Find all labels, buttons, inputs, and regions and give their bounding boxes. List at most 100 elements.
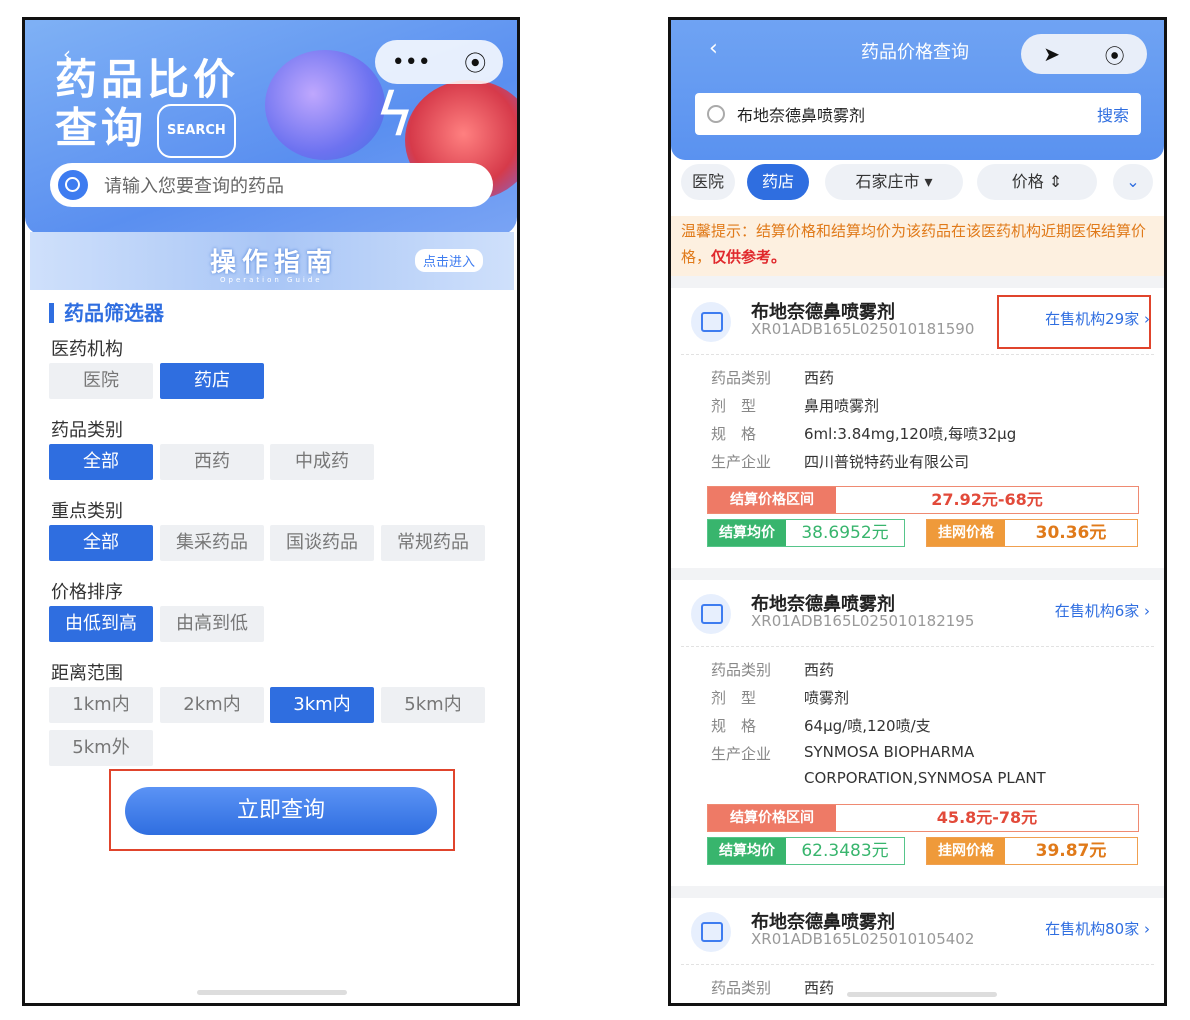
chip-regular[interactable]: 常规药品 xyxy=(381,525,485,561)
drug-icon xyxy=(691,912,731,952)
home-indicator xyxy=(847,992,997,997)
drug-code: XR01ADB165L025010105402 xyxy=(751,930,975,948)
results-header: ‹ 药品价格查询 ➤ ⦿ 布地奈德鼻喷雾剂 搜索 xyxy=(671,20,1164,160)
chip-category-all[interactable]: 全部 xyxy=(49,444,153,480)
drug-icon xyxy=(691,302,731,342)
mini-program-capsule: ••• ⦿ xyxy=(375,40,503,84)
listed-price-value: 30.36元 xyxy=(1035,523,1107,543)
chip-hospital[interactable]: 医院 xyxy=(49,363,153,399)
drug-card[interactable]: 布地奈德鼻喷雾剂 XR01ADB165L025010181590 在售机构29家… xyxy=(671,288,1164,568)
category-label: 药品类别 xyxy=(711,369,772,387)
query-button[interactable]: 立即查询 xyxy=(125,787,437,835)
listed-price-label: 挂网价格 xyxy=(927,838,1005,864)
search-button[interactable]: 搜索 xyxy=(1097,102,1129,126)
search-placeholder: 请输入您要查询的药品 xyxy=(104,176,284,197)
institution-label: 医药机构 xyxy=(51,339,123,360)
maker-value: SYNMOSA BIOPHARMA xyxy=(804,743,975,761)
distance-label: 距离范围 xyxy=(51,663,123,684)
chip-low-to-high[interactable]: 由低到高 xyxy=(49,606,153,642)
price-range-value: 27.92元-68元 xyxy=(931,490,1043,509)
filter-price[interactable]: 价格 ⇕ xyxy=(977,164,1097,200)
outlets-link[interactable]: 在售机构6家 › xyxy=(1055,600,1150,621)
outlets-link[interactable]: 在售机构80家 › xyxy=(1045,918,1150,939)
sort-label: 价格排序 xyxy=(51,582,123,603)
average-price: 结算均价 62.3483元 xyxy=(707,837,905,865)
mini-program-capsule: ➤ ⦿ xyxy=(1021,34,1147,74)
search-icon xyxy=(58,170,88,200)
listed-price: 挂网价格 30.36元 xyxy=(926,519,1138,547)
filter-screen: ‹ ϟ 药品比价 查询 SEARCH ••• ⦿ 请输入您要查询的药品 操作指南 … xyxy=(22,17,520,1006)
maker-value: 四川普锐特药业有限公司 xyxy=(804,453,970,471)
spec-label: 规 格 xyxy=(711,425,757,443)
close-mini-program-icon[interactable]: ⦿ xyxy=(1105,40,1125,69)
chip-2km[interactable]: 2km内 xyxy=(160,687,264,723)
category-value: 西药 xyxy=(804,369,835,387)
price-range: 结算价格区间 27.92元-68元 xyxy=(707,486,1139,514)
page-title: 药品比价 查询 SEARCH xyxy=(55,56,239,158)
category-label: 药品类别 xyxy=(711,979,772,997)
price-range: 结算价格区间 45.8元-78元 xyxy=(707,804,1139,832)
page-title-line2-text: 查询 xyxy=(55,103,148,153)
chip-pharmacy[interactable]: 药店 xyxy=(160,363,264,399)
search-icon xyxy=(707,105,725,123)
spec-label: 规 格 xyxy=(711,717,757,735)
spec-value: 64μg/喷,120喷/支 xyxy=(804,717,931,735)
card-divider xyxy=(681,646,1154,647)
results-screen: ‹ 药品价格查询 ➤ ⦿ 布地奈德鼻喷雾剂 搜索 医院 药店 石家庄市 ▾ 价格… xyxy=(668,17,1167,1006)
tip-emphasis: 仅供参考。 xyxy=(711,248,787,266)
form-value: 喷雾剂 xyxy=(804,689,850,707)
average-price-label: 结算均价 xyxy=(708,520,786,546)
search-input[interactable]: 请输入您要查询的药品 xyxy=(50,163,493,207)
expand-filter-icon[interactable]: ⌄ xyxy=(1113,164,1153,200)
category-value: 西药 xyxy=(804,979,835,997)
price-range-value: 45.8元-78元 xyxy=(936,808,1038,827)
filter-pharmacy[interactable]: 药店 xyxy=(747,164,809,200)
page-title-line1: 药品比价 xyxy=(55,55,240,104)
filter-city[interactable]: 石家庄市 ▾ xyxy=(825,164,963,200)
average-price: 结算均价 38.6952元 xyxy=(707,519,905,547)
divider xyxy=(671,568,1164,580)
close-mini-program-icon[interactable]: ⦿ xyxy=(464,46,486,78)
price-range-label: 结算价格区间 xyxy=(708,805,836,831)
chip-negotiated[interactable]: 国谈药品 xyxy=(270,525,374,561)
average-price-value: 38.6952元 xyxy=(801,523,889,543)
average-price-value: 62.3483元 xyxy=(801,841,889,861)
chip-key-all[interactable]: 全部 xyxy=(49,525,153,561)
guide-title: 操作指南 xyxy=(210,248,339,278)
guide-enter-button[interactable]: 点击进入 xyxy=(415,249,484,272)
category-label: 药品类别 xyxy=(51,420,123,441)
category-value: 西药 xyxy=(804,661,835,679)
form-label: 剂 型 xyxy=(711,397,757,415)
chip-1km[interactable]: 1km内 xyxy=(49,687,153,723)
listed-price-label: 挂网价格 xyxy=(927,520,1005,546)
maker-value-line2: CORPORATION,SYNMOSA PLANT xyxy=(804,769,1046,787)
form-label: 剂 型 xyxy=(711,689,757,707)
chip-chinese-patent[interactable]: 中成药 xyxy=(270,444,374,480)
card-divider xyxy=(681,354,1154,355)
more-icon[interactable]: ••• xyxy=(392,50,431,75)
key-type-label: 重点类别 xyxy=(51,501,123,522)
chip-western[interactable]: 西药 xyxy=(160,444,264,480)
search-input[interactable]: 布地奈德鼻喷雾剂 搜索 xyxy=(695,93,1141,135)
form-value: 鼻用喷雾剂 xyxy=(804,397,880,415)
listed-price-value: 39.87元 xyxy=(1035,841,1107,861)
drug-code: XR01ADB165L025010181590 xyxy=(751,320,975,338)
average-price-label: 结算均价 xyxy=(708,838,786,864)
chip-high-to-low[interactable]: 由高到低 xyxy=(160,606,264,642)
filter-hospital[interactable]: 医院 xyxy=(681,164,735,200)
chip-5km[interactable]: 5km内 xyxy=(381,687,485,723)
tip-banner: 温馨提示：结算价格和结算均价为该药品在该医药机构近期医保结算价格，仅供参考。 xyxy=(671,216,1164,276)
drug-card[interactable]: 布地奈德鼻喷雾剂 XR01ADB165L025010105402 在售机构80家… xyxy=(671,898,1164,1003)
drug-card[interactable]: 布地奈德鼻喷雾剂 XR01ADB165L025010182195 在售机构6家 … xyxy=(671,580,1164,886)
listed-price: 挂网价格 39.87元 xyxy=(926,837,1138,865)
chip-over-5km[interactable]: 5km外 xyxy=(49,730,153,766)
location-icon[interactable]: ➤ xyxy=(1043,42,1060,66)
chip-3km[interactable]: 3km内 xyxy=(270,687,374,723)
back-icon[interactable]: ‹ xyxy=(709,36,718,61)
home-indicator xyxy=(197,990,347,995)
maker-label: 生产企业 xyxy=(711,453,772,471)
chip-centralized[interactable]: 集采药品 xyxy=(160,525,264,561)
operation-guide-banner[interactable]: 操作指南 Operation Guide 点击进入 xyxy=(30,232,514,290)
divider xyxy=(671,886,1164,898)
banner-header: ‹ ϟ 药品比价 查询 SEARCH ••• ⦿ 请输入您要查询的药品 xyxy=(25,20,517,235)
